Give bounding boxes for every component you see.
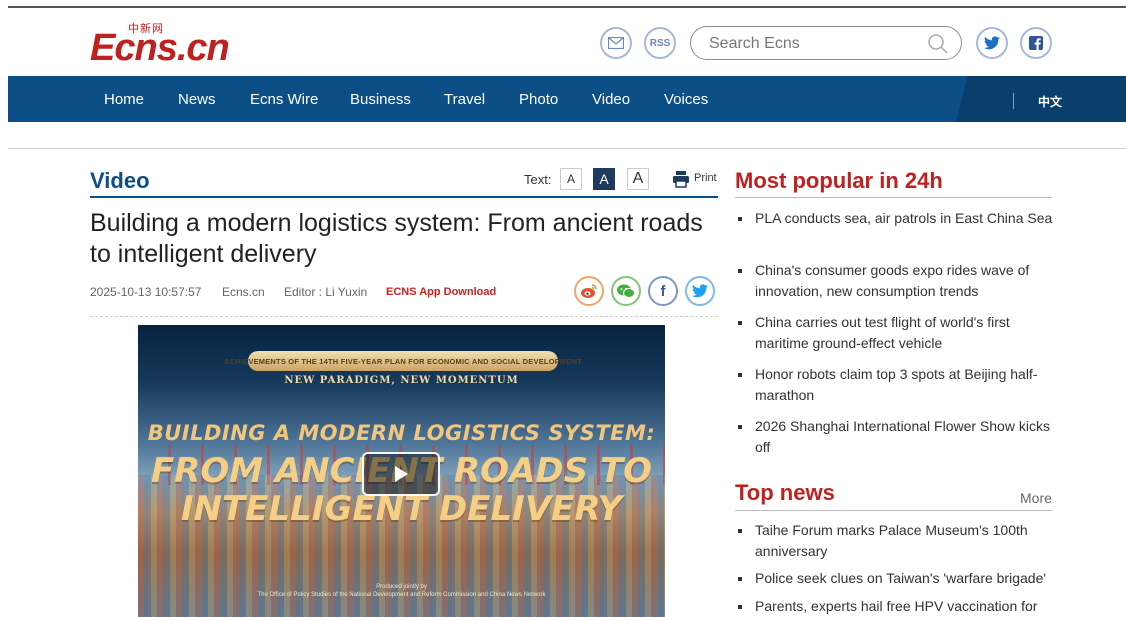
text-size-label: Text: bbox=[524, 172, 552, 187]
popular-item[interactable]: China carries out test flight of world's… bbox=[738, 312, 1056, 354]
article-date: 2025-10-13 10:57:57 bbox=[90, 285, 202, 299]
video-banner-text: ACHIEVEMENTS OF THE 14TH FIVE-YEAR PLAN … bbox=[224, 351, 582, 371]
top-news-item[interactable]: Police seek clues on Taiwan's 'warfare b… bbox=[738, 568, 1056, 589]
facebook-share-icon[interactable]: f bbox=[648, 276, 678, 306]
bullet-icon bbox=[738, 529, 742, 533]
print-link[interactable]: Print bbox=[694, 172, 717, 184]
video-subtitle: NEW PARADIGM, NEW MOMENTUM bbox=[284, 375, 519, 386]
app-download-link[interactable]: ECNS App Download bbox=[386, 286, 496, 298]
popular-item[interactable]: PLA conducts sea, air patrols in East Ch… bbox=[738, 208, 1056, 229]
article-source: Ecns.cn bbox=[222, 285, 265, 299]
nav-news[interactable]: News bbox=[178, 91, 216, 108]
text-size-large-button[interactable]: A bbox=[627, 168, 649, 190]
top-news-item[interactable]: Taihe Forum marks Palace Museum's 100th … bbox=[738, 520, 1056, 562]
play-button[interactable] bbox=[362, 452, 440, 496]
top-news-item[interactable]: Parents, experts hail free HPV vaccinati… bbox=[738, 596, 1056, 617]
nav-separator bbox=[1013, 93, 1014, 109]
print-icon[interactable] bbox=[672, 170, 690, 188]
bullet-icon bbox=[738, 269, 742, 273]
rss-label: RSS bbox=[649, 37, 671, 49]
bullet-icon bbox=[738, 373, 742, 377]
main-nav: Home News Ecns Wire Business Travel Phot… bbox=[8, 76, 1126, 122]
weibo-share-icon[interactable] bbox=[574, 276, 604, 306]
video-title-line-3: INTELLIGENT DELIVERY bbox=[180, 489, 623, 529]
nav-photo[interactable]: Photo bbox=[519, 91, 558, 108]
rss-icon[interactable]: RSS bbox=[644, 27, 676, 59]
nav-voices[interactable]: Voices bbox=[664, 91, 708, 108]
wechat-share-icon[interactable] bbox=[611, 276, 641, 306]
bullet-icon bbox=[738, 605, 742, 609]
bullet-icon bbox=[738, 321, 742, 325]
most-popular-title: Most popular in 24h bbox=[735, 168, 943, 193]
nav-business[interactable]: Business bbox=[350, 91, 411, 108]
ecns-logo[interactable]: 中新网 Ecns.cn bbox=[90, 20, 250, 68]
video-credit-line-2: The Office of Policy Studies of the Nati… bbox=[257, 592, 546, 598]
meta-divider bbox=[90, 316, 718, 317]
video-credit: Produced jointly by The Office of Policy… bbox=[138, 583, 665, 599]
search-input[interactable] bbox=[709, 34, 909, 54]
video-credit-line-1: Produced jointly by bbox=[376, 584, 427, 590]
section-underline bbox=[90, 196, 718, 198]
article-editor: Editor : Li Yuxin bbox=[284, 285, 368, 299]
bullet-icon bbox=[738, 217, 742, 221]
most-popular-underline bbox=[735, 197, 1052, 198]
nav-chinese-link[interactable]: 中文 bbox=[1038, 93, 1062, 110]
search-box bbox=[690, 26, 962, 60]
video-player[interactable]: ACHIEVEMENTS OF THE 14TH FIVE-YEAR PLAN … bbox=[138, 325, 665, 617]
bullet-icon bbox=[738, 577, 742, 581]
twitter-share-icon[interactable] bbox=[685, 276, 715, 306]
text-size-medium-button[interactable]: A bbox=[593, 168, 615, 190]
popular-item[interactable]: 2026 Shanghai International Flower Show … bbox=[738, 416, 1056, 458]
top-news-underline bbox=[735, 510, 1052, 511]
popular-item[interactable]: Honor robots claim top 3 spots at Beijin… bbox=[738, 364, 1056, 406]
nav-video[interactable]: Video bbox=[592, 91, 630, 108]
top-news-title: Top news bbox=[735, 480, 835, 505]
search-icon[interactable] bbox=[927, 33, 949, 55]
logo-brand-text: Ecns.cn bbox=[90, 27, 230, 69]
top-news-more-link[interactable]: More bbox=[1020, 490, 1052, 506]
mail-icon[interactable] bbox=[600, 27, 632, 59]
top-border-line bbox=[8, 6, 1126, 8]
play-icon bbox=[395, 466, 408, 482]
header-divider bbox=[8, 148, 1126, 149]
video-title-line-1: BUILDING A MODERN LOGISTICS SYSTEM: bbox=[147, 421, 656, 445]
article-title: Building a modern logistics system: From… bbox=[90, 209, 703, 268]
nav-home[interactable]: Home bbox=[104, 91, 144, 108]
nav-ecns-wire[interactable]: Ecns Wire bbox=[250, 91, 318, 108]
facebook-icon[interactable] bbox=[1020, 27, 1052, 59]
nav-travel[interactable]: Travel bbox=[444, 91, 485, 108]
bullet-icon bbox=[738, 425, 742, 429]
section-title[interactable]: Video bbox=[90, 168, 150, 194]
text-size-small-button[interactable]: A bbox=[560, 168, 582, 190]
twitter-icon[interactable] bbox=[976, 27, 1008, 59]
popular-item[interactable]: China's consumer goods expo rides wave o… bbox=[738, 260, 1056, 302]
